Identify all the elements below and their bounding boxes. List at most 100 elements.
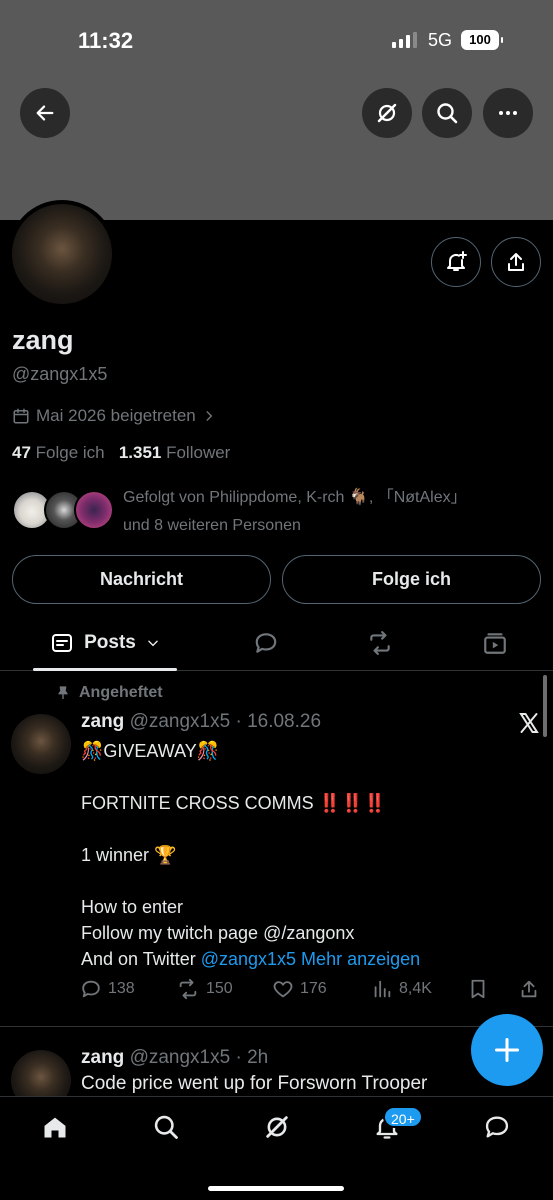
- reply-bubble-icon: [255, 633, 277, 653]
- reply-count: 138: [108, 980, 135, 997]
- chevron-down-icon: [148, 640, 158, 647]
- status-bar: 11:32 5G 100: [0, 0, 553, 80]
- calendar-icon: [13, 408, 29, 424]
- follow-counts: 47 Folge ich 1.351 Follower: [12, 443, 230, 463]
- tab-posts[interactable]: Posts: [33, 615, 177, 671]
- notify-button[interactable]: [431, 237, 481, 287]
- following-label: Folge ich: [35, 443, 105, 462]
- tweet-author-name[interactable]: zang: [81, 1047, 124, 1068]
- share-profile-button[interactable]: [491, 237, 541, 287]
- tweet-line: How to enter: [81, 897, 184, 917]
- notifications-badge: 20+: [383, 1106, 423, 1128]
- chevron-right-icon: [206, 411, 213, 421]
- bookmark-button[interactable]: [467, 978, 489, 1000]
- signal-icon: [392, 32, 417, 48]
- grok-icon: [377, 103, 397, 123]
- reply-button[interactable]: 138: [80, 978, 135, 1000]
- profile-avatar[interactable]: [8, 200, 116, 308]
- profile-handle: @zangx1x5: [12, 364, 108, 384]
- pin-icon: [58, 686, 68, 699]
- nav-grok[interactable]: [257, 1111, 297, 1143]
- show-more-link[interactable]: @zangx1x5 Mehr anzeigen: [201, 949, 420, 969]
- followers-label: Follower: [166, 443, 231, 462]
- scrollbar[interactable]: [543, 675, 547, 737]
- search-icon: [437, 103, 458, 124]
- followed-by-line1: Gefolgt von Philippdome, K-rch 🐐, 「NøtAl…: [123, 489, 467, 506]
- like-count: 176: [300, 980, 327, 997]
- search-button[interactable]: [422, 88, 472, 138]
- tweet-header: zang @zangx1x5 · 16.08.26: [81, 711, 321, 733]
- followed-by[interactable]: Gefolgt von Philippdome, K-rch 🐐, 「NøtAl…: [12, 484, 542, 540]
- nav-messages[interactable]: [477, 1111, 517, 1143]
- repost-count: 150: [206, 980, 233, 997]
- views-button[interactable]: 8,4K: [371, 978, 432, 1000]
- tweet-line: 🎊GIVEAWAY🎊: [81, 741, 220, 761]
- back-button[interactable]: [20, 88, 70, 138]
- more-button[interactable]: [483, 88, 533, 138]
- profile-name: zang: [12, 325, 74, 355]
- joined-date[interactable]: Mai 2026 beigetreten: [12, 406, 216, 426]
- tweet-line: Follow my twitch page @/zangonx: [81, 923, 355, 943]
- share-tweet-button[interactable]: [518, 978, 540, 1000]
- tweet-author-name[interactable]: zang: [81, 711, 124, 732]
- views-chart-icon: [374, 980, 391, 998]
- followed-by-line2: und 8 weiteren Personen: [123, 517, 301, 534]
- media-icon: [484, 633, 506, 654]
- tweet-line-last: And on Twitter @zangx1x5 Mehr anzeigen: [81, 946, 521, 972]
- tweet-avatar[interactable]: [11, 714, 71, 774]
- tweet-meta: @zangx1x5 · 2h: [129, 1047, 269, 1068]
- x-logo-icon: [517, 711, 541, 740]
- battery-icon: 100: [461, 30, 503, 50]
- repost-icon: [179, 978, 197, 1000]
- home-indicator: [208, 1186, 344, 1191]
- tweet-line-prefix: And on Twitter: [81, 949, 201, 969]
- tab-posts-label: Posts: [84, 632, 136, 653]
- views-count: 8,4K: [399, 980, 432, 997]
- tweet-line: [81, 868, 521, 894]
- nav-home[interactable]: [35, 1111, 75, 1143]
- following-link[interactable]: 47 Folge ich: [12, 443, 105, 462]
- arrow-left-icon: [36, 105, 54, 121]
- share-icon: [521, 980, 537, 998]
- share-icon: [508, 253, 524, 271]
- tweet-text[interactable]: 🎊GIVEAWAY🎊 FORTNITE CROSS COMMS ‼️‼️‼️ 1…: [81, 738, 521, 972]
- tab-media[interactable]: [465, 615, 525, 671]
- posts-icon: [52, 634, 73, 652]
- nav-search[interactable]: [146, 1111, 186, 1143]
- follow-button[interactable]: Folge ich: [282, 555, 541, 604]
- plus-icon: [494, 1037, 520, 1063]
- grok-button[interactable]: [362, 88, 412, 138]
- grok-icon: [266, 1116, 288, 1138]
- followers-count: 1.351: [118, 443, 162, 462]
- network-type: 5G: [428, 30, 453, 50]
- message-button[interactable]: Nachricht: [12, 555, 271, 604]
- tweet-text[interactable]: Code price went up for Forsworn Trooper: [81, 1073, 427, 1095]
- pinned-label: Angeheftet: [79, 684, 163, 701]
- compose-button[interactable]: [471, 1014, 543, 1086]
- follower-avatar: [74, 490, 114, 530]
- joined-label: Mai 2026 beigetreten: [36, 406, 196, 425]
- tab-reposts[interactable]: [350, 615, 410, 671]
- tweet-line: 1 winner 🏆: [81, 845, 177, 865]
- followed-by-text: Gefolgt von Philippdome, K-rch 🐐, 「NøtAl…: [123, 484, 533, 540]
- reply-icon: [82, 980, 100, 998]
- followers-link[interactable]: 1.351 Follower: [119, 443, 231, 462]
- bottom-nav: [0, 1096, 553, 1200]
- pinned-indicator: Angeheftet: [55, 684, 163, 702]
- like-button[interactable]: 176: [272, 978, 327, 1000]
- bookmark-icon: [471, 979, 485, 999]
- more-dots-icon: [499, 111, 517, 115]
- tweet-line: [81, 764, 521, 790]
- bell-plus-icon: [447, 251, 467, 271]
- tab-replies[interactable]: [236, 615, 296, 671]
- following-count: 47: [12, 443, 31, 462]
- home-icon: [44, 1117, 66, 1138]
- profile-tabs: Posts: [0, 615, 553, 671]
- tweet-line: FORTNITE CROSS COMMS ‼️‼️‼️: [81, 793, 386, 813]
- tab-active-indicator: [33, 668, 177, 671]
- search-icon: [154, 1115, 178, 1139]
- repost-button[interactable]: 150: [176, 978, 233, 1000]
- message-bubble-icon: [485, 1116, 509, 1138]
- heart-icon: [273, 981, 293, 998]
- repost-icon: [370, 631, 390, 655]
